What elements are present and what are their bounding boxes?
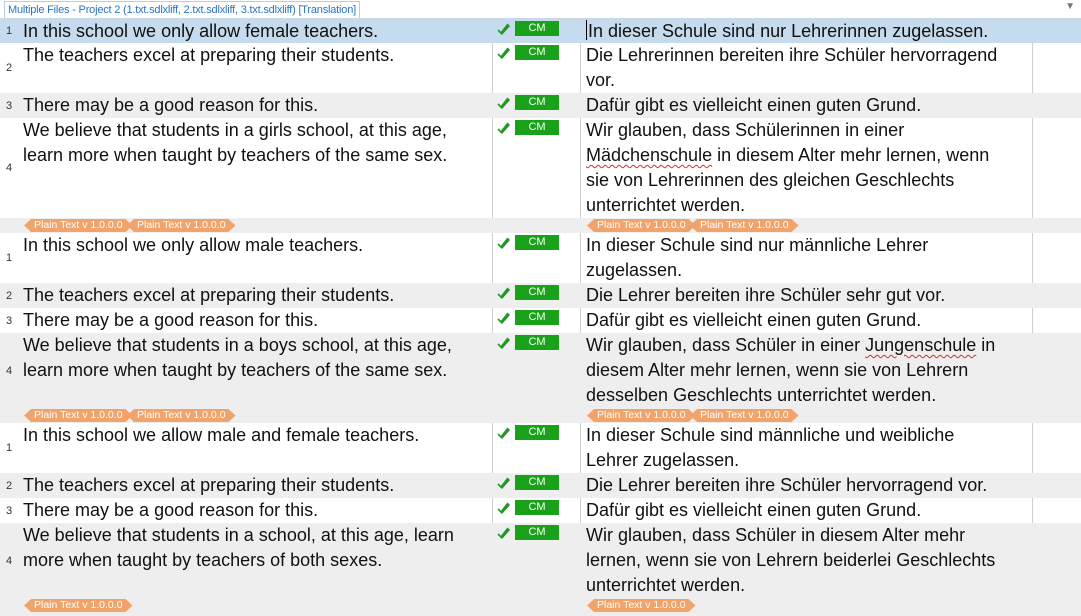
target-text[interactable]: Die Lehrer bereiten ihre Schüler hervorr… [586, 473, 987, 498]
segment-number: 1 [5, 252, 13, 264]
pencil-confirmed-icon [497, 477, 510, 489]
segment-number: 2 [5, 289, 13, 302]
segment-number: 2 [5, 479, 13, 492]
file-end-tag[interactable]: Plain Text v 1.0.0.0 [24, 599, 133, 612]
segment-row[interactable]: 3 There may be a good reason for this. C… [0, 93, 1081, 118]
spelling-error[interactable]: Mädchenschule [586, 145, 712, 165]
pencil-confirmed-icon [497, 527, 510, 539]
segment-row[interactable]: 3 There may be a good reason for this. C… [0, 308, 1081, 333]
target-text[interactable]: Wir glauben, dass Schülerinnen in einer … [586, 118, 989, 218]
pencil-confirmed-icon [497, 427, 510, 439]
source-text[interactable]: In this school we allow male and female … [23, 423, 419, 448]
segment-row[interactable]: 2 The teachers excel at preparing their … [0, 283, 1081, 308]
source-text[interactable]: The teachers excel at preparing their st… [23, 473, 394, 498]
text-cursor [586, 20, 587, 40]
file-end-tag[interactable]: Plain Text v 1.0.0.0 [587, 409, 696, 422]
pencil-confirmed-icon [497, 237, 510, 249]
target-text[interactable]: Dafür gibt es vielleicht einen guten Gru… [586, 308, 921, 333]
target-text[interactable]: Dafür gibt es vielleicht einen guten Gru… [586, 498, 921, 523]
segment-row[interactable]: 3 There may be a good reason for this. C… [0, 498, 1081, 523]
target-text[interactable]: Die Lehrer bereiten ihre Schüler sehr gu… [586, 283, 945, 308]
segment-number: 3 [5, 99, 13, 112]
segment-number: 4 [5, 162, 13, 174]
segment-row[interactable]: 1 In this school we only allow female te… [0, 19, 1081, 43]
pencil-confirmed-icon [497, 312, 510, 324]
file-start-tag[interactable]: Plain Text v 1.0.0.0 [690, 409, 799, 422]
source-text[interactable]: We believe that students in a school, at… [23, 523, 454, 573]
context-match-badge: CM [515, 285, 559, 300]
file-start-tag[interactable]: Plain Text v 1.0.0.0 [127, 409, 236, 422]
spelling-error[interactable]: Jungenschule [865, 335, 976, 355]
source-text[interactable]: In this school we only allow male teache… [23, 233, 363, 258]
file-end-tag[interactable]: Plain Text v 1.0.0.0 [587, 599, 696, 612]
editor-grid: 1 In this school we only allow female te… [0, 19, 1081, 616]
context-match-badge: CM [515, 500, 559, 515]
source-text[interactable]: We believe that students in a girls scho… [23, 118, 447, 168]
tab-list-chevron-icon[interactable]: ▼ [1065, 0, 1075, 14]
target-text[interactable]: Die Lehrerinnen bereiten ihre Schüler he… [586, 43, 997, 93]
file-start-tag[interactable]: Plain Text v 1.0.0.0 [690, 219, 799, 232]
pencil-confirmed-icon [497, 47, 510, 59]
segment-row[interactable]: 2 The teachers excel at preparing their … [0, 473, 1081, 498]
segment-row[interactable]: 4 We believe that students in a school, … [0, 523, 1081, 598]
file-start-tag[interactable]: Plain Text v 1.0.0.0 [127, 219, 236, 232]
file-end-tag[interactable]: Plain Text v 1.0.0.0 [587, 219, 696, 232]
segment-row[interactable]: 1 In this school we allow male and femal… [0, 423, 1081, 473]
target-text[interactable]: In dieser Schule sind männliche und weib… [586, 423, 954, 473]
target-text[interactable]: Wir glauben, dass Schüler in einer Junge… [586, 333, 995, 408]
pencil-confirmed-icon [497, 122, 510, 134]
context-match-badge: CM [515, 235, 559, 250]
file-boundary-row: Plain Text v 1.0.0.0 Plain Text v 1.0.0.… [0, 408, 1081, 423]
segment-number: 3 [5, 314, 13, 327]
context-match-badge: CM [515, 335, 559, 350]
context-match-badge: CM [515, 95, 559, 110]
context-match-badge: CM [515, 21, 559, 36]
file-boundary-row: Plain Text v 1.0.0.0 Plain Text v 1.0.0.… [0, 598, 1081, 616]
source-text[interactable]: The teachers excel at preparing their st… [23, 283, 394, 308]
file-end-tag[interactable]: Plain Text v 1.0.0.0 [24, 409, 133, 422]
context-match-badge: CM [515, 475, 559, 490]
segment-row[interactable]: 2 The teachers excel at preparing their … [0, 43, 1081, 93]
context-match-badge: CM [515, 425, 559, 440]
source-text[interactable]: There may be a good reason for this. [23, 498, 318, 523]
pencil-confirmed-icon [497, 287, 510, 299]
segment-number: 4 [5, 364, 13, 377]
context-match-badge: CM [515, 310, 559, 325]
segment-row[interactable]: 4 We believe that students in a boys sch… [0, 333, 1081, 408]
pencil-confirmed-icon [497, 337, 510, 349]
target-text[interactable]: Dafür gibt es vielleicht einen guten Gru… [586, 93, 921, 118]
segment-number: 3 [5, 504, 13, 517]
source-text[interactable]: In this school we only allow female teac… [23, 19, 378, 44]
pencil-confirmed-icon [497, 23, 510, 35]
segment-number: 2 [5, 62, 13, 74]
source-text[interactable]: There may be a good reason for this. [23, 93, 318, 118]
context-match-badge: CM [515, 525, 559, 540]
file-boundary-row: Plain Text v 1.0.0.0 Plain Text v 1.0.0.… [0, 218, 1081, 233]
segment-number: 1 [5, 25, 13, 37]
target-text[interactable]: In dieser Schule sind nur Lehrerinnen zu… [586, 19, 988, 44]
source-text[interactable]: We believe that students in a boys schoo… [23, 333, 452, 383]
file-end-tag[interactable]: Plain Text v 1.0.0.0 [24, 219, 133, 232]
source-text[interactable]: There may be a good reason for this. [23, 308, 318, 333]
target-text[interactable]: Wir glauben, dass Schüler in diesem Alte… [586, 523, 995, 598]
segment-number: 4 [5, 554, 13, 567]
target-text[interactable]: In dieser Schule sind nur männliche Lehr… [586, 233, 928, 283]
document-tab-bar: Multiple Files - Project 2 (1.txt.sdlxli… [0, 0, 1081, 19]
pencil-confirmed-icon [497, 97, 510, 109]
context-match-badge: CM [515, 45, 559, 60]
source-text[interactable]: The teachers excel at preparing their st… [23, 43, 394, 68]
segment-row[interactable]: 1 In this school we only allow male teac… [0, 233, 1081, 283]
segment-number: 1 [5, 442, 13, 454]
context-match-badge: CM [515, 120, 559, 135]
pencil-confirmed-icon [497, 502, 510, 514]
document-tab[interactable]: Multiple Files - Project 2 (1.txt.sdlxli… [4, 1, 360, 18]
segment-row[interactable]: 4 We believe that students in a girls sc… [0, 118, 1081, 218]
